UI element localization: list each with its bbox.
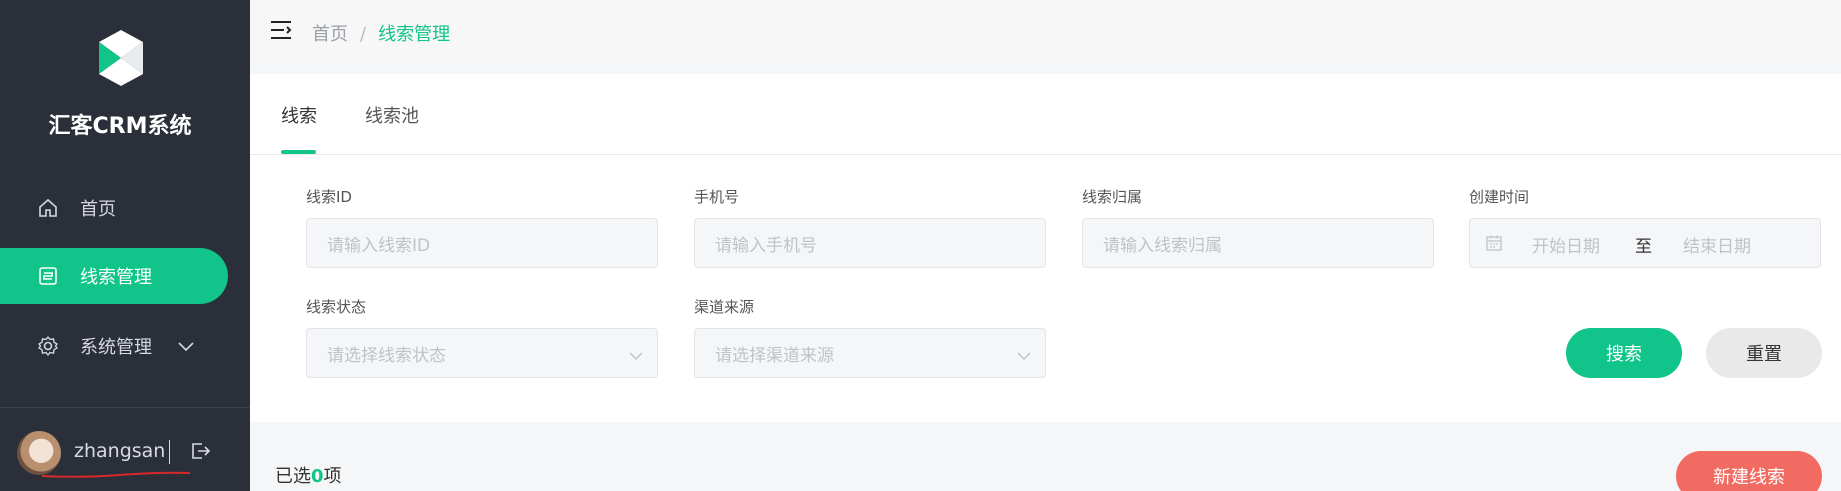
phone-input[interactable]: 请输入手机号 [694, 218, 1046, 268]
clue-id-placeholder: 请输入线索ID [327, 235, 431, 256]
sidebar-item-home[interactable]: 首页 [0, 180, 228, 236]
phone-label: 手机号 [694, 188, 740, 206]
user-bar: zhangsan [0, 408, 250, 491]
logo-icon [99, 30, 143, 86]
breadcrumb: 首页 / 线索管理 [312, 20, 450, 46]
main-card: 线索 线索池 线索ID 请输入线索ID 手机号 请输入手机号 线索归属 请输入线… [250, 74, 1841, 422]
breadcrumb-current: 线索管理 [378, 24, 451, 45]
avatar[interactable] [17, 431, 61, 475]
clue-icon [36, 264, 60, 288]
channel-label: 渠道来源 [694, 298, 755, 316]
breadcrumb-separator: / [360, 24, 367, 45]
tab-clue-pool[interactable]: 线索池 [365, 102, 419, 128]
created-date-range[interactable]: 开始日期 至 结束日期 [1469, 218, 1821, 268]
channel-select[interactable]: 请选择渠道来源 [694, 328, 1046, 378]
new-clue-button[interactable]: 新建线索 [1676, 451, 1822, 491]
sidebar-item-label: 首页 [80, 199, 116, 220]
gear-icon [36, 334, 60, 358]
menu-toggle-icon[interactable] [270, 20, 292, 40]
selection-prefix: 已选 [275, 466, 311, 487]
sidebar-item-label: 线索管理 [80, 267, 152, 288]
topbar: 首页 / 线索管理 [250, 0, 1841, 62]
sidebar-item-system-management[interactable]: 系统管理 [0, 318, 228, 374]
end-date-placeholder[interactable]: 结束日期 [1683, 232, 1751, 257]
breadcrumb-home[interactable]: 首页 [312, 24, 348, 45]
clue-id-input[interactable]: 请输入线索ID [306, 218, 658, 268]
status-select[interactable]: 请选择线索状态 [306, 328, 658, 378]
selection-number: 0 [311, 466, 324, 487]
chevron-down-icon [629, 346, 643, 366]
channel-placeholder: 请选择渠道来源 [715, 345, 834, 366]
tab-clue[interactable]: 线索 [281, 102, 317, 128]
logo [0, 28, 240, 88]
chevron-down-icon [1017, 346, 1031, 366]
phone-placeholder: 请输入手机号 [715, 235, 817, 256]
clue-id-label: 线索ID [306, 188, 352, 206]
tab-active-indicator [281, 150, 316, 154]
logout-icon[interactable] [189, 440, 211, 462]
created-time-label: 创建时间 [1469, 188, 1530, 206]
home-icon [36, 196, 60, 220]
username[interactable]: zhangsan [74, 440, 165, 462]
owner-input[interactable]: 请输入线索归属 [1082, 218, 1434, 268]
status-label: 线索状态 [306, 298, 367, 316]
start-date-placeholder[interactable]: 开始日期 [1532, 232, 1600, 257]
tab-bar: 线索 线索池 [250, 74, 1841, 155]
search-button[interactable]: 搜索 [1566, 328, 1682, 378]
reset-button[interactable]: 重置 [1706, 328, 1822, 378]
date-range-separator: 至 [1635, 237, 1652, 257]
chevron-down-icon [178, 336, 194, 357]
annotation-underline [41, 471, 191, 478]
selection-count: 已选0项 [275, 462, 342, 488]
status-placeholder: 请选择线索状态 [327, 345, 446, 366]
app-title: 汇客CRM系统 [48, 114, 192, 139]
sidebar-item-clue-management[interactable]: 线索管理 [0, 248, 228, 304]
user-divider [169, 440, 170, 464]
sidebar: 汇客CRM系统 首页 线索管理 系统管理 zhangsan [0, 0, 250, 491]
owner-placeholder: 请输入线索归属 [1103, 235, 1222, 256]
sidebar-item-label: 系统管理 [80, 337, 152, 358]
selection-suffix: 项 [323, 466, 342, 487]
calendar-icon [1485, 234, 1503, 257]
owner-label: 线索归属 [1082, 188, 1143, 206]
